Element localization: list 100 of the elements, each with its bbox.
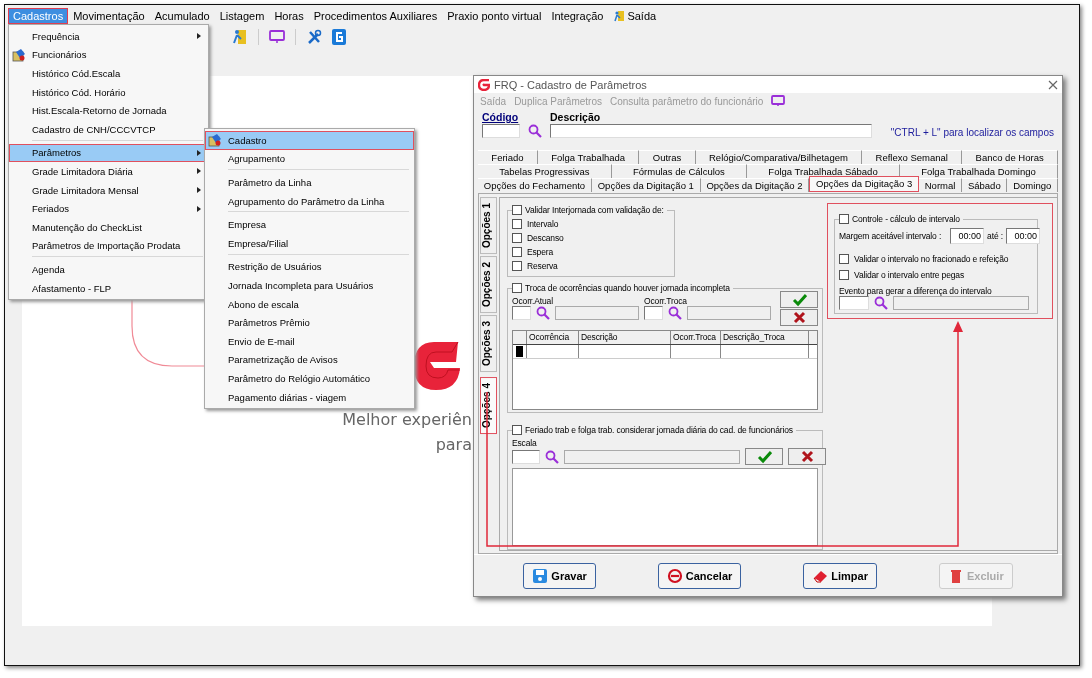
tab[interactable]: Normal xyxy=(918,178,963,193)
menu-item[interactable]: Restrição de Usuários xyxy=(205,257,414,277)
name-field[interactable] xyxy=(687,306,771,321)
tab[interactable]: Opções 3 xyxy=(480,315,497,373)
action-button[interactable]: Cancelar xyxy=(657,562,742,589)
checkbox[interactable] xyxy=(839,254,849,265)
checkbox[interactable] xyxy=(512,233,522,244)
tab[interactable]: Tabelas Progressivas xyxy=(478,164,612,179)
checkbox[interactable] xyxy=(839,214,849,225)
menu-item[interactable]: Jornada Incompleta para Usuários xyxy=(205,276,414,295)
menu-item[interactable]: Pagamento diárias - viagem xyxy=(205,387,414,407)
menu-item[interactable]: Afastamento - FLP xyxy=(9,278,208,298)
tagline-text: Melhor experiên xyxy=(342,410,472,429)
tab[interactable]: Opções 2 xyxy=(480,256,497,314)
logo-icon xyxy=(478,78,490,91)
menu-item[interactable]: Histórico Cód. Horário xyxy=(9,82,208,102)
exit-icon xyxy=(613,10,626,22)
tab[interactable]: Opções da Digitação 3 xyxy=(809,176,919,193)
field-label: Ocorr.Atual xyxy=(512,296,554,307)
code-field[interactable] xyxy=(512,449,540,464)
tab[interactable]: Banco de Horas xyxy=(962,150,1058,165)
action-button[interactable]: Limpar xyxy=(803,562,877,589)
code-field[interactable] xyxy=(512,306,531,321)
checkbox[interactable] xyxy=(512,219,522,230)
tab[interactable]: Opções 1 xyxy=(480,197,497,255)
tab[interactable]: Fórmulas de Cálculos xyxy=(611,164,748,179)
tab[interactable]: Feriado xyxy=(478,150,538,165)
checkbox[interactable] xyxy=(512,283,522,294)
code-field[interactable] xyxy=(839,296,869,311)
window-title: FRQ - Cadastro de Parâmetros xyxy=(494,78,648,91)
tab[interactable]: Outras xyxy=(639,150,696,165)
menu-bar-item[interactable]: Movimentação xyxy=(68,8,150,24)
tab[interactable]: Folga Trabalhada xyxy=(537,150,640,165)
tab[interactable]: Domingo xyxy=(1007,178,1059,193)
checkbox[interactable] xyxy=(512,261,522,272)
confirm-button[interactable] xyxy=(780,291,818,309)
field-label: Evento para gerar a diferença do intervalo xyxy=(839,286,993,297)
checkbox[interactable] xyxy=(839,270,849,281)
tab[interactable]: Opções 4 xyxy=(480,377,497,435)
menu-item[interactable]: Empresa xyxy=(205,215,414,234)
menu-bar-item[interactable]: Saída xyxy=(608,8,662,24)
tab[interactable]: Sábado xyxy=(962,178,1008,193)
close-icon xyxy=(1048,79,1058,90)
menu-bar-item[interactable]: Listagem xyxy=(214,8,270,24)
checkbox-label: Descanso xyxy=(527,233,564,244)
search-icon xyxy=(536,306,550,321)
field-label: Margem aceitável intervalo : xyxy=(839,231,942,242)
tab[interactable]: Opções da Digitação 1 xyxy=(591,178,701,193)
code-field[interactable] xyxy=(644,306,663,321)
checkbox[interactable] xyxy=(512,247,522,258)
menu-item[interactable]: Hist.Escala-Retorno de Jornada xyxy=(9,101,208,120)
confirm-button[interactable] xyxy=(745,448,783,466)
column-header: Ocorr.Troca xyxy=(671,331,721,345)
search-icon xyxy=(874,296,888,311)
menu-item[interactable]: Cadastro xyxy=(205,131,414,150)
menu-bar-item[interactable]: Procedimentos Auxiliares xyxy=(308,8,443,24)
name-field[interactable] xyxy=(555,306,639,321)
checkbox-label: Feriado trab e folga trab. considerar jornada diária do cad. de funcionários xyxy=(525,425,793,436)
menu-item[interactable]: Manutenção do CheckList xyxy=(9,217,208,237)
checkbox-label: Intervalo xyxy=(527,219,559,230)
time-field[interactable]: 00:00 xyxy=(950,228,985,245)
tab[interactable]: Relógio/Comparativa/Bilhetagem xyxy=(695,150,863,165)
description-field[interactable] xyxy=(550,124,872,139)
tab[interactable]: Opções do Fechamento xyxy=(478,178,592,193)
menu-bar-item[interactable]: Horas xyxy=(269,8,309,24)
menu-item[interactable]: Abono de escala xyxy=(205,294,414,314)
menu-bar-item[interactable]: Acumulado xyxy=(149,8,215,24)
trash-icon xyxy=(948,567,964,584)
action-button[interactable]: Gravar xyxy=(523,562,596,589)
column-header: Descrição xyxy=(579,331,671,345)
prohibited-icon xyxy=(666,567,683,584)
remove-button[interactable] xyxy=(780,309,818,327)
menu-bar-item[interactable]: Integração xyxy=(546,8,609,24)
tools-icon xyxy=(306,29,322,45)
tab[interactable]: Reflexo Semanal xyxy=(862,150,963,165)
menu-item[interactable]: Parametrização de Avisos xyxy=(205,350,414,370)
menu-bar-item[interactable]: Praxio ponto virtual xyxy=(442,8,547,24)
remove-button[interactable] xyxy=(788,448,826,466)
menu-item[interactable]: Agenda xyxy=(9,260,208,279)
menu-item[interactable]: Envio de E-mail xyxy=(205,331,414,351)
name-field[interactable] xyxy=(564,449,740,464)
menu-item[interactable]: Parâmetro da Linha xyxy=(205,173,414,192)
menu-item[interactable]: Parâmetro do Relógio Automático xyxy=(205,369,414,388)
checkbox[interactable] xyxy=(512,205,522,216)
menu-item[interactable]: Histórico Cód.Escala xyxy=(9,64,208,83)
column-header: Descrição_Troca xyxy=(721,331,809,345)
checkbox-label: Espera xyxy=(527,247,554,258)
code-field[interactable] xyxy=(482,124,520,139)
tool-icon xyxy=(208,133,222,147)
menu-item[interactable]: Frequência xyxy=(9,27,208,46)
cross-icon xyxy=(799,449,815,465)
checkmark-icon xyxy=(791,292,807,308)
time-field[interactable]: 00:00 xyxy=(1005,228,1040,245)
menu-item[interactable]: Funcionários xyxy=(9,45,208,65)
checkbox[interactable] xyxy=(512,425,522,436)
name-field[interactable] xyxy=(893,296,1029,311)
menu-item[interactable]: Parâmetros Prêmio xyxy=(205,313,414,332)
field-label: Ocorr.Troca xyxy=(644,296,687,307)
checkmark-icon xyxy=(756,449,772,465)
monitor-icon xyxy=(771,95,786,108)
